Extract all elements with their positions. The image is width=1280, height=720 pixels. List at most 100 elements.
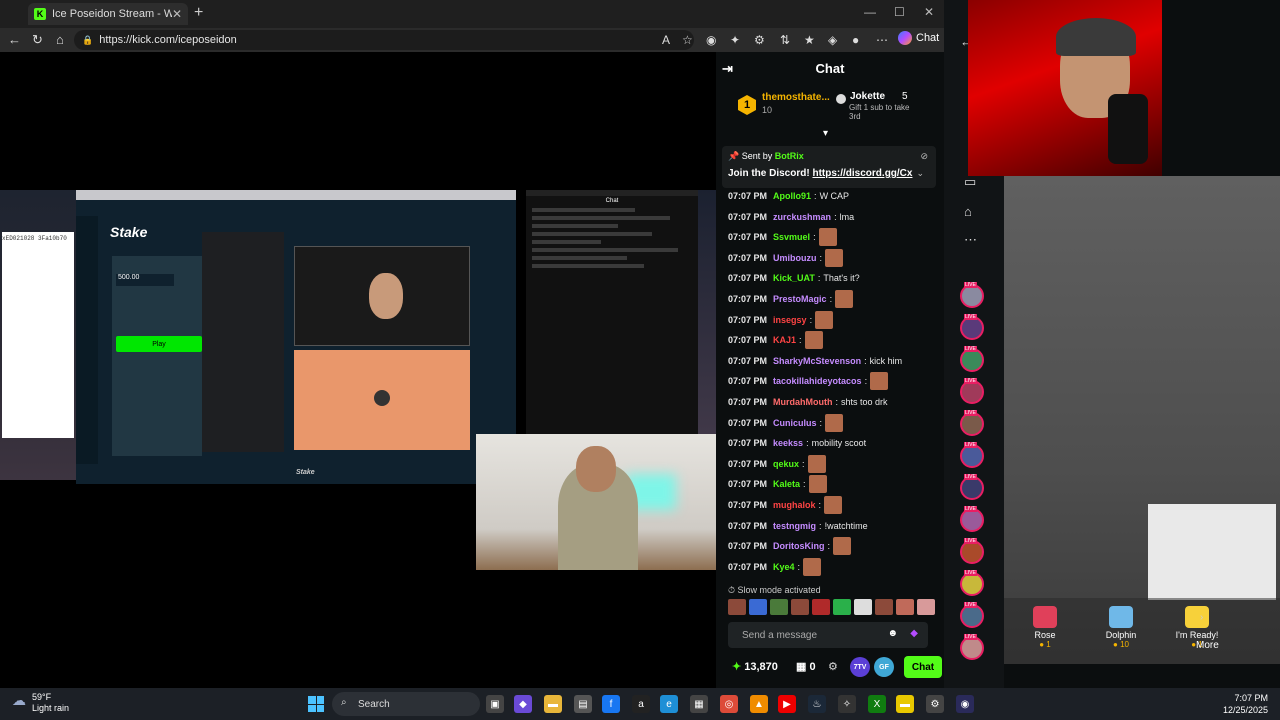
leader-second-name[interactable]: Jokette — [850, 91, 885, 102]
steam-icon[interactable]: ♨ — [808, 695, 826, 713]
emote-button[interactable] — [917, 599, 935, 615]
more-dots-icon[interactable]: ⋯ — [964, 232, 977, 248]
emote-button[interactable] — [749, 599, 767, 615]
followed-channel-avatar[interactable]: LIVE — [960, 282, 984, 308]
amazon-icon[interactable]: a — [632, 695, 650, 713]
message-username[interactable]: PrestoMagic — [773, 294, 827, 304]
claims-counter[interactable]: ▦ 0 — [796, 660, 816, 673]
expand-leaderboard-icon[interactable]: ▾ — [823, 128, 828, 139]
calculator-icon[interactable]: ▦ — [690, 695, 708, 713]
message-username[interactable]: Cuniculus — [773, 418, 817, 428]
followed-channel-avatar[interactable]: LIVE — [960, 474, 984, 500]
notes-icon[interactable]: ▬ — [896, 695, 914, 713]
favorite-star-icon[interactable]: ☆ — [682, 33, 693, 47]
gifts-next-icon[interactable]: › — [1200, 612, 1203, 623]
more-gifts-button[interactable]: More — [1196, 640, 1219, 651]
emote-button[interactable] — [896, 599, 914, 615]
message-username[interactable]: testngmig — [773, 521, 816, 531]
emote-button[interactable] — [854, 599, 872, 615]
leader-first-name[interactable]: themosthate... — [762, 92, 830, 103]
browser-essentials-icon[interactable]: ◈ — [828, 33, 837, 47]
settings-icon[interactable]: ⚙ — [926, 695, 944, 713]
close-window-icon[interactable]: ✕ — [924, 5, 934, 19]
youtube-icon[interactable]: ▶ — [778, 695, 796, 713]
favorites-icon[interactable]: ★ — [804, 33, 815, 47]
facebook-icon[interactable]: f — [602, 695, 620, 713]
message-username[interactable]: zurckushman — [773, 212, 831, 222]
emote-button[interactable] — [791, 599, 809, 615]
store-icon[interactable]: ▤ — [574, 695, 592, 713]
expand-pinned-icon[interactable]: ⌄ — [916, 168, 924, 179]
refresh-icon[interactable]: ↻ — [32, 32, 43, 48]
collapse-chat-icon[interactable]: ⇥ — [722, 61, 733, 77]
followed-channel-avatar[interactable]: LIVE — [960, 538, 984, 564]
followed-channel-avatar[interactable]: LIVE — [960, 314, 984, 340]
new-tab-button[interactable]: + — [194, 4, 203, 22]
message-username[interactable]: MurdahMouth — [773, 397, 832, 407]
channel-points[interactable]: ✦ 13,870 — [732, 660, 778, 673]
unpin-icon[interactable]: ⊘ — [920, 151, 928, 162]
bot-name[interactable]: BotRix — [775, 151, 804, 161]
read-aloud-icon[interactable]: A — [662, 33, 670, 47]
chat-settings-icon[interactable]: ⚙ — [828, 660, 838, 673]
followed-channel-avatar[interactable]: LIVE — [960, 410, 984, 436]
message-username[interactable]: Ssvmuel — [773, 232, 810, 242]
7tv-extension-button[interactable]: 7TV — [850, 657, 870, 677]
file-explorer-icon[interactable]: ▬ — [544, 695, 562, 713]
message-username[interactable]: Umibouzu — [773, 253, 817, 263]
system-clock[interactable]: 7:07 PM 12/25/2025 — [1200, 692, 1268, 716]
message-username[interactable]: Kye4 — [773, 562, 795, 572]
kicks-icon[interactable]: ◆ — [910, 628, 918, 639]
maximize-icon[interactable]: ☐ — [894, 5, 905, 19]
split-screen-icon[interactable]: ⇅ — [780, 33, 790, 47]
emote-button[interactable] — [770, 599, 788, 615]
message-username[interactable]: qekux — [773, 459, 799, 469]
chrome-icon[interactable]: ◎ — [720, 695, 738, 713]
followed-channel-avatar[interactable]: LIVE — [960, 570, 984, 596]
home-icon[interactable]: ⌂ — [964, 204, 972, 219]
followed-channel-avatar[interactable]: LIVE — [960, 442, 984, 468]
extension-icon[interactable]: ◉ — [706, 33, 716, 47]
edge-icon[interactable]: e — [660, 695, 678, 713]
secondary-stream[interactable] — [1004, 176, 1280, 664]
url-field[interactable]: 🔒 https://kick.com/iceposeidon — [74, 30, 694, 50]
menu-dots-icon[interactable]: ⋯ — [876, 33, 888, 47]
extension2-icon[interactable]: ✦ — [730, 33, 740, 47]
followed-channel-avatar[interactable]: LIVE — [960, 602, 984, 628]
video-player[interactable]: xED021028 3Fa10b70 Stake 500.00 Play Sta… — [0, 52, 716, 688]
gf-extension-button[interactable]: GF — [874, 657, 894, 677]
gift-dolphin[interactable]: Dolphin ● 10 — [1086, 606, 1156, 649]
close-tab-icon[interactable]: ✕ — [172, 7, 182, 21]
xbox-icon[interactable]: X — [868, 695, 886, 713]
task-view-icon[interactable]: ▣ — [486, 695, 504, 713]
message-username[interactable]: insegsy — [773, 315, 807, 325]
followed-channel-avatar[interactable]: LIVE — [960, 506, 984, 532]
emote-button[interactable] — [875, 599, 893, 615]
message-username[interactable]: Apollo91 — [773, 192, 811, 201]
copilot-chat-button[interactable]: Chat — [898, 31, 939, 45]
message-username[interactable]: SharkyMcStevenson — [773, 356, 861, 366]
send-chat-button[interactable]: Chat — [904, 656, 942, 678]
message-username[interactable]: mughalok — [773, 500, 816, 510]
message-username[interactable]: keekss — [773, 438, 803, 448]
taskbar-search[interactable]: ⌕ Search — [332, 692, 480, 716]
video-camera-icon[interactable]: ▭ — [964, 174, 976, 190]
followed-channel-avatar[interactable]: LIVE — [960, 378, 984, 404]
discord-link[interactable]: https://discord.gg/Cx — [812, 168, 912, 179]
minimize-icon[interactable]: — — [864, 5, 876, 19]
message-username[interactable]: Kick_UAT — [773, 273, 815, 283]
followed-channel-avatar[interactable]: LIVE — [960, 346, 984, 372]
start-button[interactable] — [308, 696, 324, 712]
vlc-icon[interactable]: ▲ — [750, 695, 768, 713]
gift-rose[interactable]: Rose ● 1 — [1010, 606, 1080, 649]
message-input[interactable]: Send a message ☻ ◆ — [728, 622, 928, 648]
home-icon[interactable]: ⌂ — [56, 32, 64, 47]
message-username[interactable]: Kaleta — [773, 479, 800, 489]
emote-button[interactable] — [728, 599, 746, 615]
emote-button[interactable] — [812, 599, 830, 615]
message-username[interactable]: KAJ1 — [773, 335, 796, 345]
followed-channel-avatar[interactable]: LIVE — [960, 634, 984, 660]
profile-avatar[interactable]: ● — [852, 33, 859, 47]
emoji-icon[interactable]: ☻ — [887, 628, 898, 639]
back-icon[interactable]: ← — [8, 32, 21, 47]
